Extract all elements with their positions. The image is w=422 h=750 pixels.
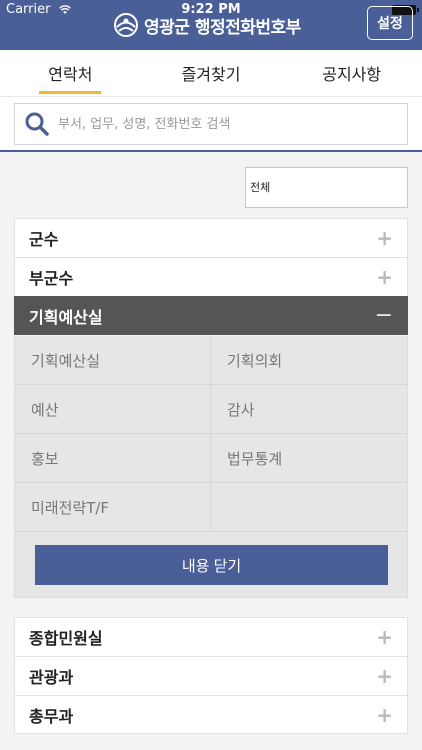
department-label: 관광과 <box>29 668 74 687</box>
department-list-bottom: 종합민원실 + 관광과 + 총무과 + <box>14 617 408 734</box>
department-row-general-affairs[interactable]: 총무과 + <box>14 695 408 734</box>
subdepartment-empty-cell <box>211 483 407 532</box>
app-title: 영광군 행정전화번호부 <box>144 17 301 38</box>
department-row-tourism[interactable]: 관광과 + <box>14 656 408 695</box>
expand-plus-icon: + <box>376 265 393 289</box>
subdepartment-item[interactable]: 기획예산실 <box>15 336 211 385</box>
subdepartment-item[interactable]: 예산 <box>15 385 211 434</box>
department-label: 총무과 <box>29 706 74 726</box>
search-icon <box>25 112 49 136</box>
department-label: 군수 <box>29 230 59 249</box>
expand-plus-icon: + <box>376 702 393 727</box>
tab-bar: 연락처 즐겨찾기 공지사항 <box>0 50 422 96</box>
expand-plus-icon: + <box>376 664 393 688</box>
department-label: 종합민원실 <box>29 629 103 648</box>
search-input[interactable] <box>58 116 388 132</box>
category-filter-select[interactable]: 전체 <box>245 167 408 208</box>
department-list-top: 군수 + 부군수 + 기획예산실 − <box>14 218 408 335</box>
tab-contacts[interactable]: 연락처 <box>0 50 141 96</box>
collapse-minus-icon: − <box>374 302 393 328</box>
department-label: 기획예산실 <box>29 307 103 327</box>
subdepartment-item[interactable]: 기획의회 <box>211 336 407 385</box>
department-row-planning-budget[interactable]: 기획예산실 − <box>14 296 408 335</box>
department-row-vice-mayor[interactable]: 부군수 + <box>14 257 408 296</box>
tab-notices[interactable]: 공지사항 <box>281 50 422 96</box>
department-row-mayor[interactable]: 군수 + <box>14 218 408 257</box>
search-bar <box>0 96 422 152</box>
app-header: Carrier 9:22 PM 영광군 행정전화번호부 설정 <box>0 0 422 50</box>
expand-plus-icon: + <box>376 625 393 649</box>
search-box <box>14 103 408 145</box>
subdepartment-item[interactable]: 미래전략T/F <box>15 483 211 532</box>
department-label: 부군수 <box>29 269 74 288</box>
subdepartment-item[interactable]: 감사 <box>211 385 407 434</box>
subdepartment-item[interactable]: 홍보 <box>15 434 211 483</box>
subdepartment-item[interactable]: 법무통계 <box>211 434 407 483</box>
tab-favorites[interactable]: 즐겨찾기 <box>141 50 282 96</box>
close-content-button[interactable]: 내용 닫기 <box>35 545 388 585</box>
settings-button[interactable]: 설정 <box>367 6 413 40</box>
expand-plus-icon: + <box>376 226 393 250</box>
department-row-civil-service[interactable]: 종합민원실 + <box>14 617 408 656</box>
county-logo-icon <box>114 13 138 37</box>
subdepartment-panel: 기획예산실 기획의회 예산 감사 홍보 법무통계 미래전략T/F 내용 닫기 <box>14 336 408 598</box>
brand: 영광군 행정전화번호부 <box>112 12 301 38</box>
